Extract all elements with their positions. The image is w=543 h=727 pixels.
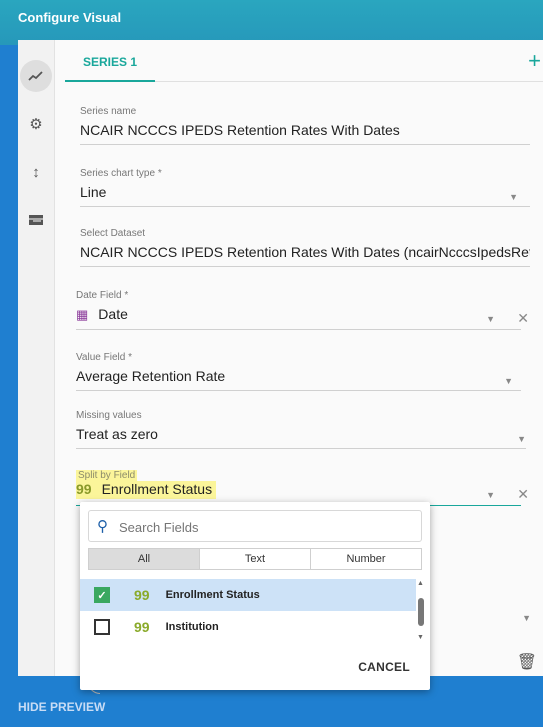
- tab-all[interactable]: All: [89, 549, 200, 569]
- chart-type-label: Series chart type *: [80, 168, 162, 179]
- chevron-down-icon[interactable]: ▼: [522, 613, 531, 623]
- split-by-field-select[interactable]: Split by Field 99 Enrollment Status ▼ ✕: [76, 470, 529, 506]
- field-option-institution[interactable]: 99 Institution: [80, 611, 416, 643]
- cancel-button[interactable]: CANCEL: [358, 660, 410, 674]
- calendar-icon: ▦: [76, 307, 89, 322]
- value-field-value[interactable]: Average Retention Rate: [76, 368, 521, 391]
- text-field-icon: 99: [134, 619, 150, 635]
- split-by-field-value-row[interactable]: 99 Enrollment Status: [76, 481, 217, 499]
- add-series-button[interactable]: +: [528, 50, 541, 72]
- date-field-value-row[interactable]: ▦ Date: [76, 306, 521, 330]
- field-picker-popup: ⚲ All Text Number ✓ 99 Enrollment Status…: [80, 502, 430, 690]
- table-icon[interactable]: [20, 204, 52, 236]
- missing-values-label: Missing values: [76, 410, 142, 421]
- resize-arrows-icon[interactable]: ↕: [20, 156, 52, 188]
- chevron-down-icon[interactable]: ▼: [504, 376, 513, 386]
- dataset-label: Select Dataset: [80, 228, 146, 239]
- scroll-up-icon[interactable]: ▲: [417, 580, 424, 587]
- split-by-field-value: Enrollment Status: [101, 481, 213, 497]
- series-tabs: SERIES 1 +: [65, 44, 543, 82]
- tab-text[interactable]: Text: [200, 549, 311, 569]
- scroll-down-icon[interactable]: ▼: [417, 634, 424, 641]
- dataset-value[interactable]: NCAIR NCCCS IPEDS Retention Rates With D…: [80, 244, 530, 267]
- search-box[interactable]: ⚲: [88, 510, 422, 542]
- field-type-tabs: All Text Number: [88, 548, 422, 570]
- value-field-label: Value Field *: [76, 352, 132, 363]
- field-option-label: Institution: [165, 621, 219, 633]
- scrollbar[interactable]: ▲ ▼: [416, 580, 426, 644]
- clear-icon[interactable]: ✕: [517, 310, 529, 327]
- checkbox-unchecked[interactable]: [94, 619, 110, 635]
- field-option-label: Enrollment Status: [165, 589, 260, 601]
- date-field-select[interactable]: Date Field * ▦ Date ▼ ✕: [76, 290, 529, 330]
- chevron-down-icon[interactable]: ▼: [486, 490, 495, 500]
- chart-type-select[interactable]: Series chart type * Line ▼: [80, 168, 530, 207]
- dataset-select[interactable]: Select Dataset NCAIR NCCCS IPEDS Retenti…: [80, 228, 530, 267]
- chevron-down-icon[interactable]: ▼: [486, 314, 495, 324]
- search-icon: ⚲: [97, 518, 108, 535]
- series-name-value[interactable]: NCAIR NCCCS IPEDS Retention Rates With D…: [80, 122, 530, 145]
- series-name-field[interactable]: Series name NCAIR NCCCS IPEDS Retention …: [80, 106, 530, 145]
- missing-values-select[interactable]: Missing values Treat as zero ▼: [76, 410, 526, 449]
- chevron-down-icon[interactable]: ▼: [517, 434, 526, 444]
- field-option-enrollment-status[interactable]: ✓ 99 Enrollment Status: [80, 579, 416, 611]
- tab-series-1[interactable]: SERIES 1: [65, 44, 155, 82]
- search-input[interactable]: [119, 517, 409, 537]
- chevron-down-icon[interactable]: ▼: [509, 192, 518, 202]
- scroll-thumb[interactable]: [418, 598, 424, 626]
- dialog-header: Configure Visual: [0, 0, 543, 45]
- hide-preview-link[interactable]: HIDE PREVIEW: [18, 700, 105, 714]
- clear-icon[interactable]: ✕: [517, 486, 529, 503]
- series-name-label: Series name: [80, 106, 137, 117]
- chart-type-value[interactable]: Line: [80, 184, 530, 207]
- trash-icon[interactable]: 🗑: [517, 652, 537, 672]
- missing-values-value[interactable]: Treat as zero: [76, 426, 526, 449]
- dialog-title: Configure Visual: [18, 10, 122, 25]
- text-field-icon: 99: [134, 587, 150, 603]
- gear-icon[interactable]: ⚙: [20, 108, 52, 140]
- date-field-value: Date: [98, 306, 128, 322]
- value-field-select[interactable]: Value Field * Average Retention Rate ▼: [76, 352, 521, 391]
- split-by-field-label: Split by Field: [76, 470, 138, 481]
- trend-icon[interactable]: [20, 60, 52, 92]
- text-field-icon: 99: [76, 481, 92, 497]
- checkbox-checked[interactable]: ✓: [94, 587, 110, 603]
- date-field-label: Date Field *: [76, 290, 129, 301]
- tab-number[interactable]: Number: [311, 549, 421, 569]
- side-rail: ⚙ ↕: [18, 40, 55, 676]
